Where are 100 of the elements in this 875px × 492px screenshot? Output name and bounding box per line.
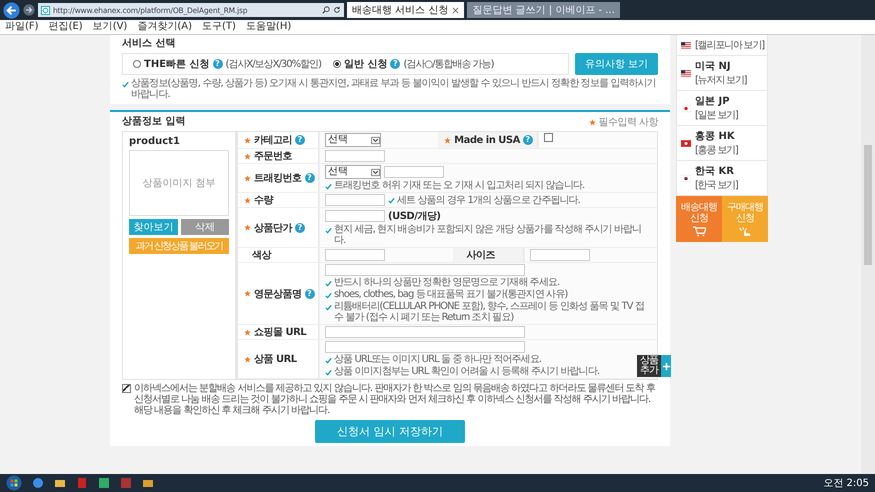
region-view-link: [일본 보기] xyxy=(695,109,738,122)
region-view-link: [캘리포니아 보기] xyxy=(695,39,764,52)
field-note: 상품 이미지첨부는 URL 확인이 어려울 시 등록해 주시기 바랍니다. xyxy=(334,366,600,377)
select-field[interactable]: 선택 xyxy=(325,133,381,147)
field-note: 트래킹번호 허위 기재 또는 오 기재 시 입고처리 되지 않습니다. xyxy=(334,180,584,191)
star-icon xyxy=(244,356,251,362)
input-field[interactable] xyxy=(384,166,444,178)
region-name: 홍콩 HK xyxy=(695,130,736,143)
field-label: 쇼핑몰 URL xyxy=(254,326,306,339)
star-icon xyxy=(444,136,452,144)
agreement-text: 이하넥스에서는 분할배송 서비스를 제공하고 있지 않습니다. 판매자가 한 박스로 임의 묶음배송 하였다고 하더라도 물류센터 도착 후 신청서별로 나눔 배송 드리는 것이 불가하니 쇼핑을 주문 시 판매자와 먼저 체크하신 후 이하넥스 신청서를 작성해 주시기 바랍니다. xyxy=(134,383,656,405)
clock-text: 오전 2:05 xyxy=(823,477,869,490)
star-icon xyxy=(244,328,251,336)
select-field[interactable]: 선택 xyxy=(325,165,381,179)
browser-tab[interactable]: 배송대행 서비스 신청 xyxy=(347,2,464,18)
region-name: 미국 NJ xyxy=(695,60,732,73)
field-label: 트래킹번호 xyxy=(254,172,302,185)
browser-taskbar-icon[interactable] xyxy=(32,477,44,489)
hong-kong-flag-icon xyxy=(681,140,691,146)
checkbox[interactable] xyxy=(544,133,553,142)
scrollbar[interactable] xyxy=(861,35,875,474)
close-icon[interactable] xyxy=(452,6,460,14)
us-flag-icon xyxy=(681,42,691,48)
region-view-link: [한국 보기] xyxy=(695,179,738,192)
region-view-link: [뉴저지 보기] xyxy=(695,74,746,87)
refresh-icon[interactable] xyxy=(333,6,341,14)
section-title: 상품정보 입력 xyxy=(122,116,186,128)
check-icon xyxy=(325,227,332,234)
us-flag-icon xyxy=(681,70,691,76)
japan-flag-icon xyxy=(681,104,691,112)
menu-item[interactable]: 도움말(H) xyxy=(246,21,292,33)
field-label: 상품단가 xyxy=(254,222,292,234)
region-name: 일본 JP xyxy=(695,95,731,108)
service-radio-option[interactable]: THE빠른 신청 ? (검사X/보상X/30%할인) xyxy=(133,57,321,71)
option-label: THE빠른 신청 xyxy=(144,58,210,71)
menu-item[interactable]: 도구(T) xyxy=(202,21,236,33)
check-icon xyxy=(325,183,332,190)
region-name: 한국 KR xyxy=(695,165,735,178)
region-view-link: [홍콩 보기] xyxy=(695,144,738,157)
section-title: 서비스 선택 xyxy=(122,38,176,50)
input-field[interactable] xyxy=(325,326,525,338)
input-field[interactable] xyxy=(325,194,385,206)
input-field[interactable] xyxy=(325,150,385,162)
field-note: 반드시 하나의 상품만 정확한 영문명으로 기재해 주세요. xyxy=(334,277,560,288)
field-note: shoes, clothes, bag 등 대표품목 표기 불가(통관지연 사유) xyxy=(334,289,568,300)
checkbox[interactable] xyxy=(122,384,131,393)
check-icon xyxy=(388,196,395,204)
site-icon xyxy=(41,6,50,14)
add-product-button[interactable]: 상품 추가 xyxy=(637,355,661,377)
field-note: 세트 상품의 경우 1개의 상품으로 간주됩니다. xyxy=(397,194,580,206)
product-name: product1 xyxy=(129,136,181,147)
field-label: 카테고리 xyxy=(254,134,292,147)
field-label: 색상 xyxy=(251,249,271,262)
region-link[interactable]: 일본 JP [일본 보기] xyxy=(676,91,768,126)
region-link[interactable]: 홍콩 HK [홍콩 보기] xyxy=(676,126,768,161)
start-button-icon[interactable] xyxy=(6,475,22,491)
field-note: 현지 세금, 현지 배송비가 포함되지 않은 개당 상품가를 작성해 주시기 바랍니다. xyxy=(334,224,642,246)
forward-arrow-icon[interactable] xyxy=(23,4,35,16)
menu-item[interactable]: 파일(F) xyxy=(5,21,39,33)
field-note: 리튬배터리(CELLULAR PHONE 포함), 향수, 스프레이 등 인화성 품목 및 TV 접수 불가 (접수 시 폐기 또는 Return 조치 필요) xyxy=(334,301,645,323)
menu-item[interactable]: 즐겨찾기(A) xyxy=(137,21,192,33)
option-note: (검사○/통합배송 가능) xyxy=(403,58,494,71)
input-field[interactable] xyxy=(325,264,525,276)
app-taskbar-icon[interactable] xyxy=(98,477,110,489)
document-taskbar-icon[interactable] xyxy=(76,477,88,489)
option-note: (검사X/보상X/30%할인) xyxy=(226,58,321,71)
field-label: 영문상품명 xyxy=(254,288,302,300)
region-link[interactable]: [캘리포니아 보기] xyxy=(676,35,768,56)
input-field[interactable] xyxy=(325,341,525,353)
field-label: 상품 URL xyxy=(254,353,297,366)
option-label: 일반 신청 xyxy=(344,58,388,71)
service-radio-option[interactable]: 일반 신청 ? (검사○/통합배송 가능) xyxy=(332,57,494,71)
star-icon xyxy=(244,136,251,144)
input-field[interactable] xyxy=(325,210,385,222)
folder-taskbar-icon[interactable] xyxy=(142,477,154,489)
unit-label: (USD/개당) xyxy=(388,210,440,223)
field-note: 상품 URL또는 이미지 URL 둘 중 하나만 적어주세요. xyxy=(334,354,542,365)
star-icon xyxy=(244,174,251,182)
radio-button[interactable] xyxy=(332,60,341,68)
field-label: Made in USA xyxy=(454,134,520,146)
input-field[interactable] xyxy=(530,249,590,261)
search-icon[interactable] xyxy=(322,6,330,14)
required-legend: 필수입력 사항 xyxy=(598,115,658,129)
input-field[interactable] xyxy=(325,249,385,261)
field-label: 사이즈 xyxy=(466,249,495,262)
menu-item[interactable]: 편집(E) xyxy=(48,21,83,33)
cart-icon xyxy=(692,226,706,236)
app-taskbar-icon[interactable] xyxy=(120,477,132,489)
region-link[interactable]: 미국 NJ [뉴저지 보기] xyxy=(676,56,768,91)
star-icon xyxy=(244,152,251,160)
agreement-instruction: 해당 내용을 확인하신 후 체크해 주시기 바랍니다. xyxy=(134,405,330,416)
folder-taskbar-icon[interactable] xyxy=(54,477,66,489)
korea-flag-icon xyxy=(681,174,691,182)
plus-icon[interactable] xyxy=(661,355,671,377)
radio-button[interactable] xyxy=(133,60,141,68)
star-icon xyxy=(589,118,596,126)
menu-item[interactable]: 보기(V) xyxy=(92,21,128,33)
caret-icon xyxy=(371,168,380,176)
field-label: 주문번호 xyxy=(254,150,292,163)
star-icon xyxy=(244,196,251,204)
